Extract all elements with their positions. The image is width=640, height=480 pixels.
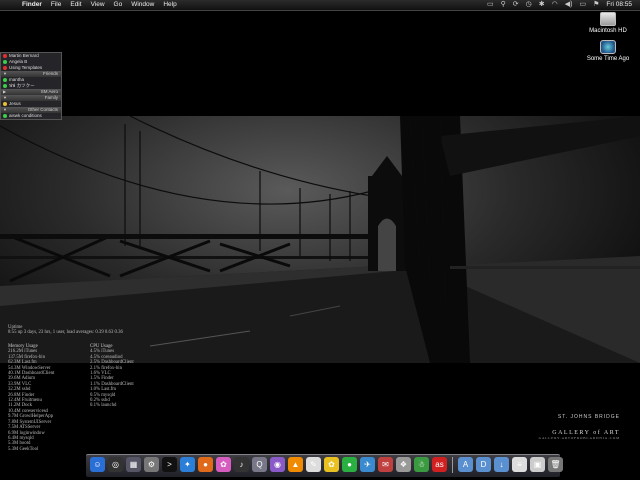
memory-row: 5.3M GeekTool	[8, 446, 39, 452]
group-name: Friends	[42, 71, 58, 76]
dock: ☺ ◎ ▦ ⚙ > ✦ ● ✿ ♪ Q ◉ ▲ ✎ ✿ ● ✈ ✉ ❖ ☃ as A D ↓ ≡ ▣ 🗑	[86, 454, 563, 477]
volume-icon[interactable]: ◀)	[565, 0, 573, 10]
uptime-readout: Uptime 8:55 up 3 days, 23 hrs, 1 user, l…	[8, 325, 123, 336]
downloads-folder-icon[interactable]: ↓	[494, 457, 509, 472]
time-machine-disk-icon	[600, 40, 616, 54]
documents-folder-icon[interactable]: D	[476, 457, 491, 472]
menu-go[interactable]: Go	[114, 0, 123, 10]
messenger-icon[interactable]: ✿	[324, 457, 339, 472]
group-name: SM Aero	[40, 89, 58, 94]
buddy-name: aiswk conditions	[9, 113, 42, 118]
applications-folder-icon[interactable]: A	[458, 457, 473, 472]
group-name: Family	[44, 95, 58, 100]
trash-icon[interactable]: 🗑	[548, 457, 563, 472]
photo-icon[interactable]: ✿	[216, 457, 231, 472]
system-preferences-icon[interactable]: ⚙	[144, 457, 159, 472]
cpu-usage-list: CPU Usage 4.5% iTunes 4.5% coreaudiod 2.…	[90, 344, 134, 409]
status-dot-icon	[3, 66, 7, 70]
buddy-name: ฟฟ カツクー	[9, 83, 35, 88]
sync-icon[interactable]: ⟳	[513, 0, 519, 10]
menu-edit[interactable]: Edit	[70, 0, 81, 10]
uptime-value: 8:55 up 3 days, 23 hrs, 1 user, load ave…	[8, 330, 123, 336]
buddy-name: Using Templates	[9, 65, 43, 70]
status-dot-icon	[3, 114, 7, 118]
memory-row: 9.7M GrowlHelperApp	[8, 414, 54, 420]
adium-icon[interactable]: ●	[342, 457, 357, 472]
desktop-icon-label: Some Time Ago	[586, 56, 630, 62]
firefox-icon[interactable]: ●	[198, 457, 213, 472]
desktop-icon-macintosh-hd[interactable]: Macintosh HD	[578, 12, 638, 34]
vlc-icon[interactable]: ▲	[288, 457, 303, 472]
memory-usage-list: Memory Usage 216.2M iTunes 137.5M firefo…	[8, 344, 54, 452]
wallpaper-caption: ST. JOHNS BRIDGE	[557, 414, 620, 420]
itunes-icon[interactable]: ♪	[234, 457, 249, 472]
bluetooth-icon[interactable]: ✱	[539, 0, 545, 10]
buddy-name: mantha	[9, 77, 25, 82]
group-name: Other Contacts	[27, 107, 58, 112]
desktop-icon-label: Macintosh HD	[589, 28, 627, 34]
finder-icon[interactable]: ☺	[90, 457, 105, 472]
buddy-list-widget: Martin Bernard Angela B Using Templates …	[0, 52, 62, 120]
cpu-row: 0.1% launchd	[90, 403, 117, 409]
menu-file[interactable]: File	[51, 0, 61, 10]
terminal-icon[interactable]: >	[162, 457, 177, 472]
dvd-icon[interactable]: ◉	[270, 457, 285, 472]
image-stack-icon[interactable]: ▣	[530, 457, 545, 472]
menu-items: Finder File Edit View Go Window Help	[22, 0, 177, 10]
lastfm-icon[interactable]: as	[432, 457, 447, 472]
status-dot-icon	[3, 60, 7, 64]
hard-drive-icon	[600, 12, 616, 26]
gallery-brand: GALLERY of ART GALLERY.ARTOFROBCARDNIA.C…	[539, 430, 620, 440]
flag-icon[interactable]: ⚑	[593, 0, 599, 10]
quicktime-icon[interactable]: Q	[252, 457, 267, 472]
battery-icon[interactable]: ▭	[579, 0, 586, 10]
dashboard-icon[interactable]: ◎	[108, 457, 123, 472]
buddy-row[interactable]: aiswk conditions	[1, 113, 61, 119]
menu-window[interactable]: Window	[131, 0, 154, 10]
time-machine-icon[interactable]: ◷	[526, 0, 532, 10]
dock-items: ☺ ◎ ▦ ⚙ > ✦ ● ✿ ♪ Q ◉ ▲ ✎ ✿ ● ✈ ✉ ❖ ☃ as A D ↓ ≡ ▣ 🗑	[90, 457, 563, 473]
mail-icon[interactable]: ✉	[378, 457, 393, 472]
menu-finder[interactable]: Finder	[22, 0, 42, 10]
status-dot-icon	[3, 54, 7, 58]
buddy-name: Angela B	[9, 59, 28, 64]
wifi-icon[interactable]: ◠	[552, 0, 558, 10]
status-dot-icon	[3, 78, 7, 82]
status-dot-icon	[3, 84, 7, 88]
script-icon[interactable]: ✎	[306, 457, 321, 472]
safari-icon[interactable]: ✦	[180, 457, 195, 472]
menubar-clock[interactable]: Fri 08:55	[606, 0, 632, 10]
spotlight-icon[interactable]: ⚲	[501, 0, 506, 10]
menu-help[interactable]: Help	[163, 0, 176, 10]
status-dot-icon	[3, 102, 7, 106]
menu-view[interactable]: View	[91, 0, 105, 10]
status-menus: ▭ ⚲ ⟳ ◷ ✱ ◠ ◀) ▭ ⚑ Fri 08:55	[487, 0, 632, 10]
menu-bar: Finder File Edit View Go Window Help ▭ ⚲…	[0, 0, 640, 11]
expose-icon[interactable]: ▦	[126, 457, 141, 472]
buddy-name: Martin Bernard	[9, 53, 39, 58]
buddy-name: Jesus	[9, 101, 21, 106]
dock-separator	[452, 457, 453, 473]
document-stack-icon[interactable]: ≡	[512, 457, 527, 472]
lyrics-icon[interactable]: ❖	[396, 457, 411, 472]
desktop-icon-some-time-ago[interactable]: Some Time Ago	[578, 40, 638, 62]
utility-icon[interactable]: ✈	[360, 457, 375, 472]
screen-icon[interactable]: ▭	[487, 0, 494, 10]
gallery-brand-url: GALLERY.ARTOFROBCARDNIA.COM	[538, 436, 620, 440]
contacts-icon[interactable]: ☃	[414, 457, 429, 472]
cpu-row: 2.5% DashboardClient	[90, 360, 134, 366]
